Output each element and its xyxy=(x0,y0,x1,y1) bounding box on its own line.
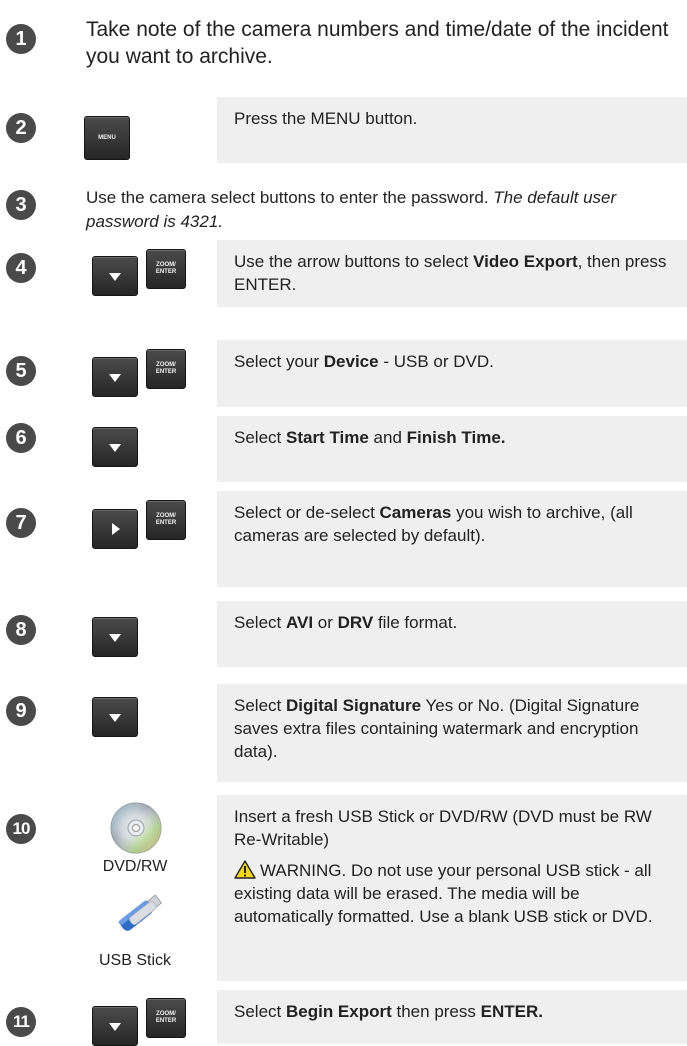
step-text: Use the arrow buttons to select xyxy=(234,252,474,271)
down-arrow-button[interactable] xyxy=(92,357,138,397)
step-number: 3 xyxy=(6,190,36,220)
step-number-text: 4 xyxy=(15,256,27,279)
step-instruction-box: Press the MENU button. xyxy=(217,97,687,163)
step-text: Take note of the camera numbers and time… xyxy=(86,18,669,68)
zoom-label-line1: ZOOM/ xyxy=(156,513,176,519)
step-text-bold: Start Time xyxy=(285,428,369,447)
step-number: 5 xyxy=(6,356,36,386)
zoom-enter-button[interactable]: ZOOM/ENTER xyxy=(146,249,186,289)
step-number: 4 xyxy=(6,253,36,283)
down-arrow-button[interactable] xyxy=(92,427,138,467)
warning-icon xyxy=(234,860,256,879)
step-number-text: 11 xyxy=(13,1012,30,1031)
step-text: Select or de-select xyxy=(234,503,380,522)
zoom-enter-button[interactable]: ZOOM/ENTER xyxy=(146,349,186,389)
step-instruction-box: Use the arrow buttons to select Video Ex… xyxy=(217,240,687,307)
down-arrow-button[interactable] xyxy=(92,697,138,737)
step-text: Use the camera select buttons to enter t… xyxy=(86,186,675,234)
zoom-enter-label: ZOOM/ENTER xyxy=(156,362,176,376)
step-text-bold: Cameras xyxy=(379,503,452,522)
step-number-text: 2 xyxy=(15,116,27,139)
menu-button-label: MENU xyxy=(98,134,116,141)
step-number: 8 xyxy=(6,615,36,645)
usb-caption: USB Stick xyxy=(98,952,171,969)
step-text-plain: Use the camera select buttons to enter t… xyxy=(86,188,494,207)
step-text-bold: Device xyxy=(323,352,379,371)
zoom-enter-label: ZOOM/ENTER xyxy=(156,1011,176,1025)
play-arrow-icon xyxy=(112,523,120,535)
step-text-bold: Finish Time. xyxy=(406,428,506,447)
step-number-text: 8 xyxy=(15,618,27,641)
step-instruction-box: Select AVI or DRV file format. xyxy=(217,601,687,667)
step-text: Insert a fresh USB Stick or DVD/RW (DVD … xyxy=(234,807,652,849)
down-arrow-button[interactable] xyxy=(92,256,138,296)
zoom-label-line2: ENTER xyxy=(155,1018,177,1024)
step-text-bold: Digital Signature xyxy=(285,696,422,715)
step-number-text: 9 xyxy=(15,699,27,722)
step-number: 11 xyxy=(6,1007,36,1037)
step-number: 7 xyxy=(6,508,36,538)
step-text: Select xyxy=(234,1002,286,1021)
step-text-bold: AVI xyxy=(285,613,314,632)
down-arrow-icon xyxy=(109,374,121,382)
step-number: 10 xyxy=(6,814,36,844)
step-instruction-box: Insert a fresh USB Stick or DVD/RW (DVD … xyxy=(217,795,687,981)
dvd-icon xyxy=(110,802,162,854)
usb-stick-icon xyxy=(118,894,163,931)
step-number: 2 xyxy=(6,113,36,143)
step-number-text: 10 xyxy=(12,819,31,838)
zoom-label-line2: ENTER xyxy=(155,269,177,275)
step-instruction-box: Select your Device - USB or DVD. xyxy=(217,340,687,407)
step-text: Select your xyxy=(234,352,324,371)
step-text: or xyxy=(313,613,338,632)
step-text: and xyxy=(368,428,407,447)
down-arrow-icon xyxy=(109,444,121,452)
step-text-bold: Video Export xyxy=(473,252,578,271)
step-text: file format. xyxy=(373,613,458,632)
dvd-caption: DVD/RW xyxy=(102,858,168,875)
step-text: - USB or DVD. xyxy=(378,352,494,371)
warning-text: WARNING. Do not use your personal USB st… xyxy=(234,861,653,926)
down-arrow-button[interactable] xyxy=(92,1006,138,1046)
warning-message: WARNING. Do not use your personal USB st… xyxy=(234,859,679,928)
step-instruction-box: Select or de-select Cameras you wish to … xyxy=(217,491,687,587)
step-number: 9 xyxy=(6,696,36,726)
zoom-enter-label: ZOOM/ENTER xyxy=(156,513,176,527)
zoom-label-line1: ZOOM/ xyxy=(156,262,176,268)
step-number: 1 xyxy=(6,24,36,54)
step-text: Select xyxy=(234,696,286,715)
step-text-bold: Begin Export xyxy=(285,1002,392,1021)
step-number-text: 6 xyxy=(15,426,27,449)
step-text: then press xyxy=(391,1002,481,1021)
zoom-enter-button[interactable]: ZOOM/ENTER xyxy=(146,998,186,1038)
step-text: Select xyxy=(234,613,286,632)
down-arrow-icon xyxy=(109,714,121,722)
step-text-bold: ENTER. xyxy=(480,1002,543,1021)
step-number-text: 3 xyxy=(15,193,27,216)
menu-button[interactable]: MENU xyxy=(84,116,130,160)
step-instruction-box: Select Start Time and Finish Time. xyxy=(217,416,687,482)
step-number: 6 xyxy=(6,423,36,453)
down-arrow-icon xyxy=(109,273,121,281)
zoom-enter-button[interactable]: ZOOM/ENTER xyxy=(146,500,186,540)
step-instruction-box: Select Digital Signature Yes or No. (Dig… xyxy=(217,684,687,782)
step-text: Press the MENU button. xyxy=(234,109,418,128)
down-arrow-icon xyxy=(109,1023,121,1031)
zoom-enter-label: ZOOM/ENTER xyxy=(156,262,176,276)
step-number-text: 1 xyxy=(15,27,27,50)
zoom-label-line1: ZOOM/ xyxy=(156,1011,176,1017)
step-number-text: 7 xyxy=(15,511,27,534)
down-arrow-icon xyxy=(109,634,121,642)
zoom-label-line2: ENTER xyxy=(155,520,177,526)
zoom-label-line2: ENTER xyxy=(155,369,177,375)
zoom-label-line1: ZOOM/ xyxy=(156,362,176,368)
step-instruction-box: Select Begin Export then press ENTER. xyxy=(217,990,687,1044)
step-text: Select xyxy=(234,428,286,447)
down-arrow-button[interactable] xyxy=(92,617,138,657)
play-arrow-button[interactable] xyxy=(92,509,138,549)
step-number-text: 5 xyxy=(15,359,27,382)
step-text-bold: DRV xyxy=(337,613,374,632)
